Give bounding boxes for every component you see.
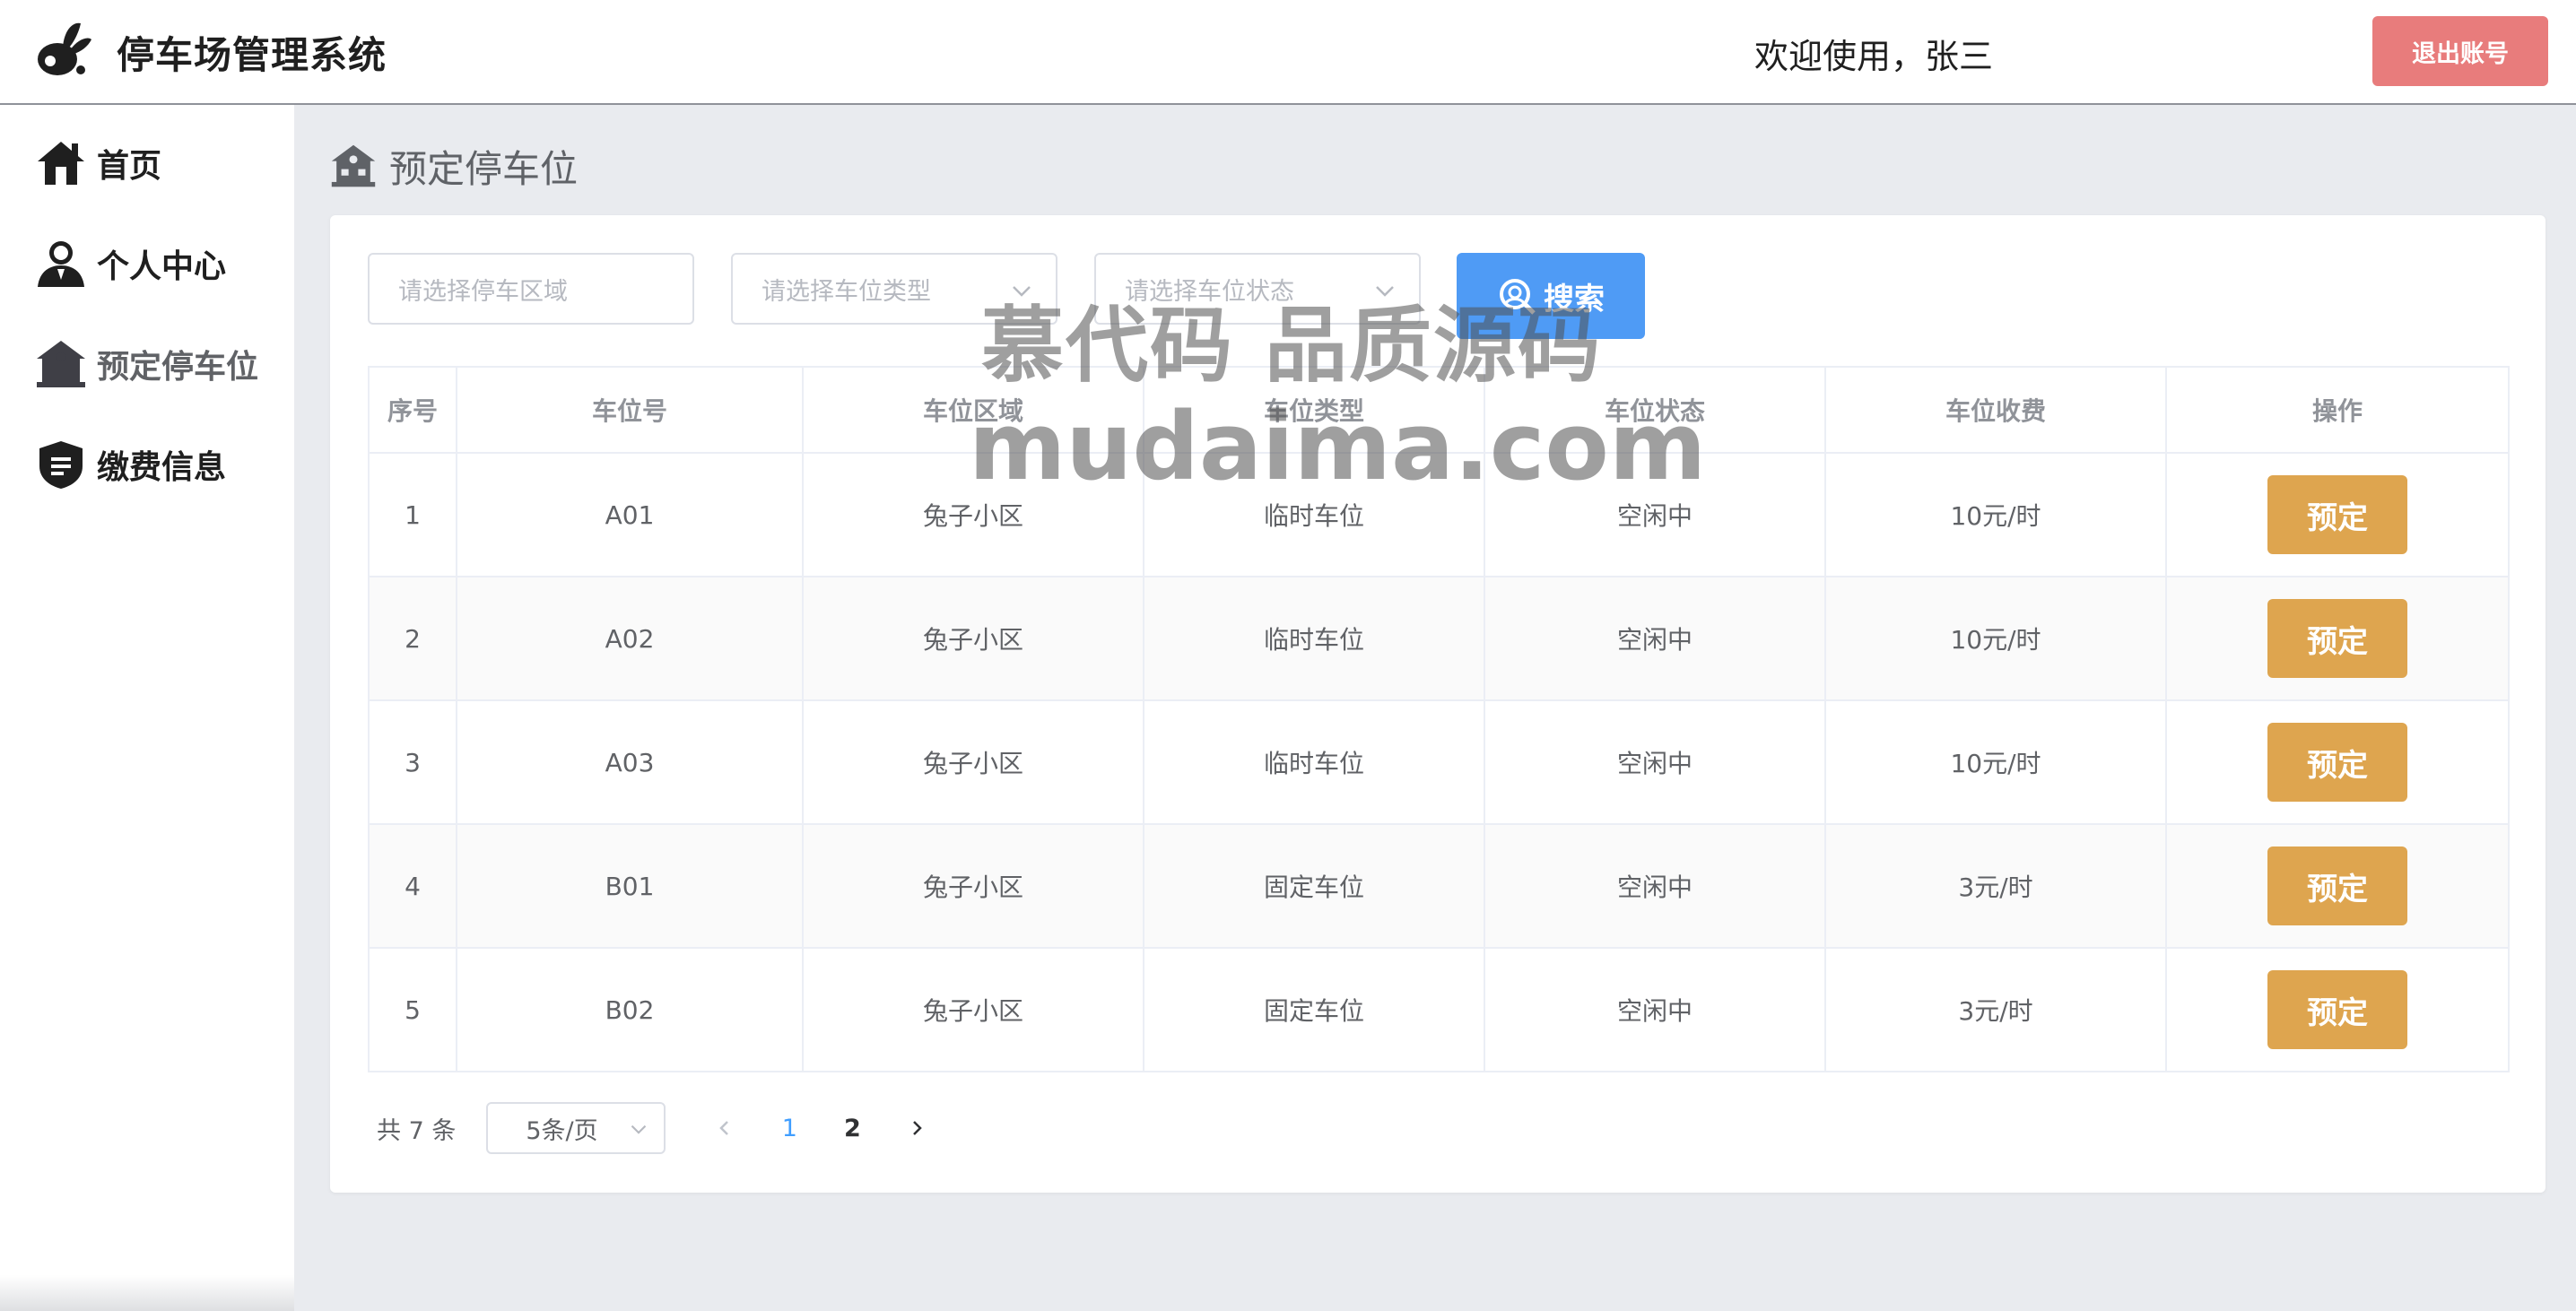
chevron-down-icon <box>1376 286 1394 297</box>
app-title: 停车场管理系统 <box>117 33 387 77</box>
cell-area: 兔子小区 <box>802 947 1144 1072</box>
user-icon <box>34 237 88 291</box>
table-row: 3 A03 兔子小区 临时车位 空闲中 10元/时 预定 <box>368 699 2510 825</box>
page-button-2[interactable]: 2 <box>825 1102 879 1154</box>
pagination: 共 7 条 5条/页 1 2 <box>377 1101 944 1155</box>
page-size-value: 5条/页 <box>526 1116 598 1145</box>
parking-table: 序号 车位号 车位区域 车位类型 车位状态 车位收费 操作 1 A01 兔子小区… <box>368 366 2510 1072</box>
cell-number: A03 <box>456 699 804 825</box>
cell-type: 固定车位 <box>1143 947 1485 1072</box>
page-heading: 预定停车位 <box>330 139 578 193</box>
sidebar: 首页 个人中心 预定停车位 缴费信息 <box>0 105 294 1311</box>
cell-status: 空闲中 <box>1484 452 1826 577</box>
cell-index: 1 <box>368 452 457 577</box>
cell-action: 预定 <box>2165 452 2510 577</box>
column-header: 序号 <box>368 366 457 454</box>
reserve-button[interactable]: 预定 <box>2267 599 2407 678</box>
search-icon <box>1500 279 1536 315</box>
cell-number: B02 <box>456 947 804 1072</box>
cell-number: A02 <box>456 576 804 701</box>
status-filter-select[interactable]: 请选择车位状态 <box>1094 253 1421 325</box>
cell-area: 兔子小区 <box>802 576 1144 701</box>
cell-area: 兔子小区 <box>802 452 1144 577</box>
sidebar-item-label: 缴费信息 <box>97 449 227 486</box>
cell-index: 2 <box>368 576 457 701</box>
logout-button[interactable]: 退出账号 <box>2372 16 2548 86</box>
page-size-select[interactable]: 5条/页 <box>486 1102 666 1154</box>
rabbit-logo-icon <box>38 22 91 75</box>
sidebar-bottom-shadow <box>0 1275 294 1311</box>
status-filter-placeholder: 请选择车位状态 <box>1125 277 1294 306</box>
cell-action: 预定 <box>2165 576 2510 701</box>
page-title: 预定停车位 <box>389 146 579 191</box>
column-header: 车位号 <box>456 366 804 454</box>
parking-house-icon <box>34 337 88 391</box>
chevron-left-icon <box>719 1121 729 1135</box>
column-header: 操作 <box>2165 366 2510 454</box>
cell-type: 临时车位 <box>1143 576 1485 701</box>
type-filter-select[interactable]: 请选择车位类型 <box>731 253 1057 325</box>
cell-action: 预定 <box>2165 699 2510 825</box>
sidebar-item-payment-info[interactable]: 缴费信息 <box>34 433 285 496</box>
reserve-button[interactable]: 预定 <box>2267 847 2407 925</box>
cell-fee: 10元/时 <box>1824 452 2167 577</box>
top-header: 停车场管理系统 欢迎使用，张三 退出账号 <box>0 0 2576 105</box>
cell-action: 预定 <box>2165 947 2510 1072</box>
cell-fee: 10元/时 <box>1824 699 2167 825</box>
area-filter-input[interactable]: 请选择停车区域 <box>368 253 694 325</box>
table-row: 5 B02 兔子小区 固定车位 空闲中 3元/时 预定 <box>368 947 2510 1072</box>
cell-number: A01 <box>456 452 804 577</box>
content-card: 请选择停车区域 请选择车位类型 请选择车位状态 搜索 序号 车位号 车位区域 车… <box>330 215 2546 1193</box>
reserve-button[interactable]: 预定 <box>2267 970 2407 1049</box>
welcome-text: 欢迎使用，张三 <box>1754 37 1994 76</box>
cell-action: 预定 <box>2165 823 2510 949</box>
reserve-button[interactable]: 预定 <box>2267 475 2407 554</box>
cell-status: 空闲中 <box>1484 699 1826 825</box>
cell-index: 3 <box>368 699 457 825</box>
cell-type: 临时车位 <box>1143 699 1485 825</box>
table-row: 2 A02 兔子小区 临时车位 空闲中 10元/时 预定 <box>368 576 2510 701</box>
cell-index: 4 <box>368 823 457 949</box>
sidebar-item-home[interactable]: 首页 <box>34 132 285 195</box>
column-header: 车位状态 <box>1484 366 1826 454</box>
parking-house-icon <box>331 144 376 187</box>
column-header: 车位收费 <box>1824 366 2167 454</box>
sidebar-item-label: 个人中心 <box>97 248 227 285</box>
chevron-right-icon <box>913 1121 923 1135</box>
chevron-down-icon <box>631 1124 647 1134</box>
pagination-total: 共 7 条 <box>377 1116 457 1145</box>
cell-fee: 3元/时 <box>1824 823 2167 949</box>
prev-page-button[interactable] <box>698 1102 752 1154</box>
area-filter-placeholder: 请选择停车区域 <box>398 277 568 306</box>
type-filter-placeholder: 请选择车位类型 <box>761 277 931 306</box>
cell-status: 空闲中 <box>1484 823 1826 949</box>
cell-number: B01 <box>456 823 804 949</box>
home-icon <box>34 136 88 190</box>
reserve-button[interactable]: 预定 <box>2267 723 2407 802</box>
sidebar-item-reserve-parking[interactable]: 预定停车位 <box>34 333 285 395</box>
sidebar-item-label: 预定停车位 <box>97 349 259 386</box>
cell-status: 空闲中 <box>1484 576 1826 701</box>
cell-fee: 3元/时 <box>1824 947 2167 1072</box>
cell-index: 5 <box>368 947 457 1072</box>
table-row: 4 B01 兔子小区 固定车位 空闲中 3元/时 预定 <box>368 823 2510 949</box>
search-button[interactable]: 搜索 <box>1457 253 1645 339</box>
sidebar-item-label: 首页 <box>97 148 162 185</box>
search-button-label: 搜索 <box>1544 281 1605 317</box>
table-header-row: 序号 车位号 车位区域 车位类型 车位状态 车位收费 操作 <box>368 366 2510 454</box>
cell-area: 兔子小区 <box>802 699 1144 825</box>
cell-type: 临时车位 <box>1143 452 1485 577</box>
table-row: 1 A01 兔子小区 临时车位 空闲中 10元/时 预定 <box>368 452 2510 577</box>
page-button-1[interactable]: 1 <box>762 1102 816 1154</box>
chevron-down-icon <box>1013 286 1031 297</box>
cell-status: 空闲中 <box>1484 947 1826 1072</box>
cell-type: 固定车位 <box>1143 823 1485 949</box>
next-page-button[interactable] <box>890 1102 944 1154</box>
column-header: 车位区域 <box>802 366 1144 454</box>
sidebar-item-profile[interactable]: 个人中心 <box>34 232 285 295</box>
column-header: 车位类型 <box>1143 366 1485 454</box>
cell-area: 兔子小区 <box>802 823 1144 949</box>
cell-fee: 10元/时 <box>1824 576 2167 701</box>
shield-document-icon <box>34 438 88 491</box>
